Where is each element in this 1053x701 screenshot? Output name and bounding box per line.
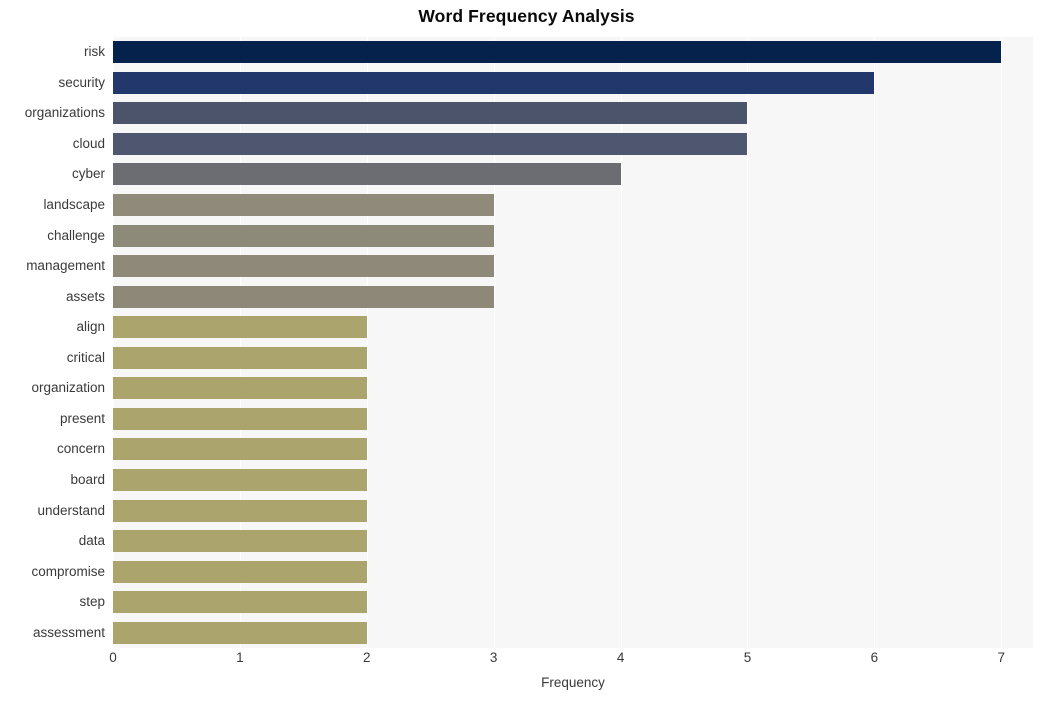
bar-cyber[interactable] xyxy=(113,163,621,186)
bar-fill xyxy=(113,560,367,583)
y-tick-label-cyber: cyber xyxy=(71,166,105,182)
bar-fill xyxy=(113,71,875,94)
y-tick-label-organization: organization xyxy=(31,380,105,396)
y-tick-label-management: management xyxy=(26,258,105,274)
y-tick-label-security: security xyxy=(58,74,105,90)
chart-title: Word Frequency Analysis xyxy=(418,6,635,26)
y-tick-label-step: step xyxy=(79,594,105,610)
y-tick-label-compromise: compromise xyxy=(31,563,105,579)
y-tick-label-concern: concern xyxy=(56,441,105,457)
bar-cloud[interactable] xyxy=(113,132,748,155)
x-tick-label-5: 5 xyxy=(743,650,752,665)
bar-fill xyxy=(113,438,367,461)
bar-challenge[interactable] xyxy=(113,224,494,247)
y-tick-label-present: present xyxy=(59,410,105,426)
bar-assessment[interactable] xyxy=(113,621,367,644)
x-tick-label-1: 1 xyxy=(236,650,244,665)
y-tick-label-cloud: cloud xyxy=(72,135,105,151)
bar-fill xyxy=(113,346,367,369)
bar-present[interactable] xyxy=(113,407,367,430)
bar-assets[interactable] xyxy=(113,285,494,308)
y-tick-label-align: align xyxy=(76,319,105,335)
word-frequency-chart: Word Frequency Analysis risk security orga… xyxy=(0,0,1053,701)
bar-understand[interactable] xyxy=(113,499,367,522)
bar-fill xyxy=(113,285,494,308)
bar-fill xyxy=(113,41,1002,64)
y-tick-label-risk: risk xyxy=(84,44,105,60)
y-tick-label-critical: critical xyxy=(66,349,105,365)
bar-fill xyxy=(113,194,494,217)
bars-layer xyxy=(113,37,1033,648)
bar-fill xyxy=(113,316,367,339)
bar-fill xyxy=(113,377,367,400)
bar-fill xyxy=(113,591,367,614)
y-tick-label-organizations: organizations xyxy=(24,105,105,121)
bar-fill xyxy=(113,621,367,644)
bar-data[interactable] xyxy=(113,530,367,553)
bar-align[interactable] xyxy=(113,316,367,339)
y-tick-label-assets: assets xyxy=(65,288,105,304)
y-tick-label-data: data xyxy=(78,533,105,549)
bar-fill xyxy=(113,102,748,125)
bar-security[interactable] xyxy=(113,71,875,94)
x-tick-label-3: 3 xyxy=(489,650,498,665)
x-axis-title: Frequency xyxy=(541,675,605,690)
bar-fill xyxy=(113,499,367,522)
bar-management[interactable] xyxy=(113,255,494,278)
y-tick-label-landscape: landscape xyxy=(43,197,105,213)
bar-fill xyxy=(113,163,621,186)
plot-area xyxy=(113,37,1033,648)
bar-fill xyxy=(113,255,494,278)
bar-organizations[interactable] xyxy=(113,102,748,125)
bar-board[interactable] xyxy=(113,468,367,491)
bar-fill xyxy=(113,468,367,491)
y-tick-label-assessment: assessment xyxy=(32,624,105,640)
bar-fill xyxy=(113,407,367,430)
y-tick-label-understand: understand xyxy=(37,502,105,518)
bar-fill xyxy=(113,224,494,247)
bar-landscape[interactable] xyxy=(113,194,494,217)
y-tick-label-challenge: challenge xyxy=(47,227,105,243)
bar-risk[interactable] xyxy=(113,41,1002,64)
x-tick-label-6: 6 xyxy=(870,650,879,665)
x-tick-label-7: 7 xyxy=(997,650,1006,665)
bar-fill xyxy=(113,132,748,155)
x-tick-label-2: 2 xyxy=(363,650,371,665)
y-tick-label-board: board xyxy=(70,471,105,487)
y-axis-labels: risk security organizations cloud cyber lands… xyxy=(0,37,105,648)
x-tick-label-4: 4 xyxy=(616,650,625,665)
bar-fill xyxy=(113,530,367,553)
x-tick-label-0: 0 xyxy=(109,650,117,665)
bar-organization[interactable] xyxy=(113,377,367,400)
bar-step[interactable] xyxy=(113,591,367,614)
bar-concern[interactable] xyxy=(113,438,367,461)
x-axis-tick-labels: 0 1 2 3 4 5 6 7 xyxy=(109,650,1033,672)
bar-critical[interactable] xyxy=(113,346,367,369)
bar-compromise[interactable] xyxy=(113,560,367,583)
